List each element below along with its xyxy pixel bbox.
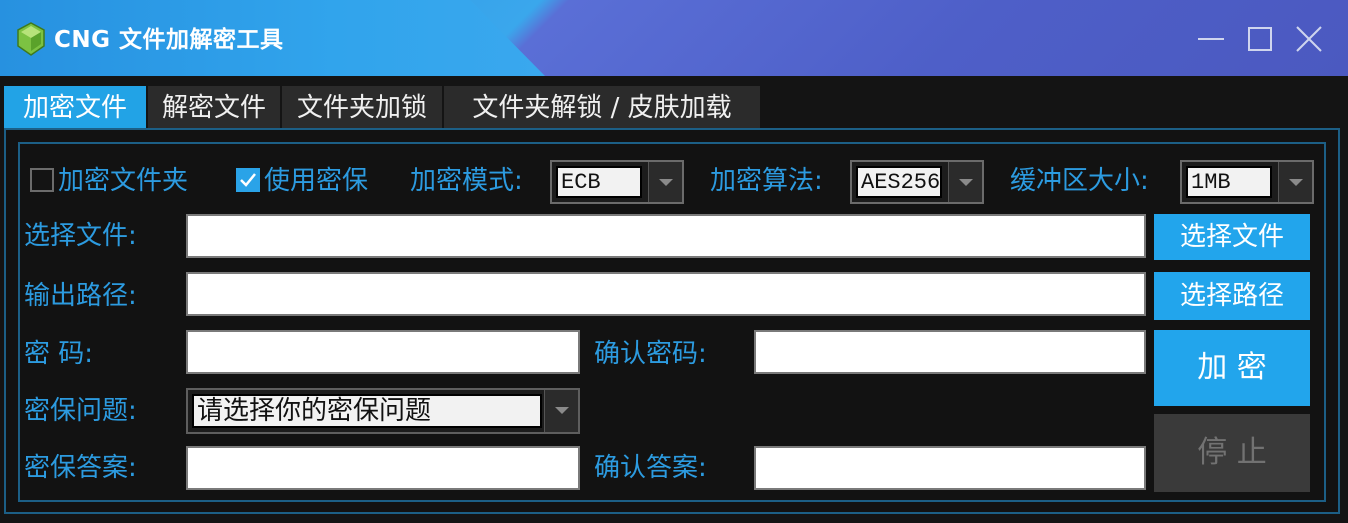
security-answer-input[interactable]: [186, 446, 580, 490]
output-path-label: 输出路径:: [24, 281, 137, 311]
tab-bar: 加密文件 解密文件 文件夹加锁 文件夹解锁 / 皮肤加载: [0, 76, 1348, 131]
password-input[interactable]: [186, 330, 580, 374]
security-answer-label: 密保答案:: [24, 453, 137, 483]
algorithm-select[interactable]: AES256: [850, 160, 984, 204]
buffer-value: 1MB: [1186, 166, 1272, 198]
tab-decrypt-file[interactable]: 解密文件: [148, 86, 280, 131]
mode-value: ECB: [556, 166, 642, 198]
chevron-down-icon[interactable]: [544, 390, 578, 432]
select-path-button[interactable]: 选择路径: [1154, 272, 1310, 320]
tab-folder-lock[interactable]: 文件夹加锁: [282, 86, 442, 131]
algorithm-value: AES256: [856, 166, 942, 198]
stop-button[interactable]: 停 止: [1154, 414, 1310, 492]
chevron-down-icon[interactable]: [948, 162, 982, 202]
select-file-label: 选择文件:: [24, 221, 137, 251]
mode-select[interactable]: ECB: [550, 160, 684, 204]
select-file-input[interactable]: [186, 214, 1146, 258]
tab-folder-unlock-skin[interactable]: 文件夹解锁 / 皮肤加载: [444, 86, 760, 131]
chevron-down-icon[interactable]: [648, 162, 682, 202]
minimize-button[interactable]: [1194, 22, 1228, 56]
encrypt-button[interactable]: 加 密: [1154, 330, 1310, 406]
chevron-down-icon[interactable]: [1278, 162, 1312, 202]
output-path-input[interactable]: [186, 272, 1146, 316]
app-title: CNG 文件加解密工具: [54, 27, 284, 53]
checkmark-icon: [240, 173, 256, 187]
security-question-value: 请选择你的密保问题: [192, 394, 542, 428]
confirm-answer-input[interactable]: [754, 446, 1146, 490]
confirm-answer-label: 确认答案:: [594, 453, 707, 483]
algorithm-label: 加密算法:: [710, 166, 823, 196]
title-bar[interactable]: CNG 文件加解密工具: [0, 0, 1348, 76]
buffer-select[interactable]: 1MB: [1180, 160, 1314, 204]
maximize-button[interactable]: [1243, 22, 1277, 56]
mode-label: 加密模式:: [410, 166, 523, 196]
tab-encrypt-file[interactable]: 加密文件: [4, 86, 146, 131]
encrypt-folder-checkbox[interactable]: [30, 168, 54, 192]
encrypt-folder-label[interactable]: 加密文件夹: [58, 164, 188, 198]
security-question-label: 密保问题:: [24, 396, 137, 426]
buffer-label: 缓冲区大小:: [1010, 166, 1149, 196]
close-button[interactable]: [1292, 22, 1326, 56]
password-label: 密 码:: [24, 339, 94, 369]
use-security-checkbox[interactable]: [236, 168, 260, 192]
select-file-button[interactable]: 选择文件: [1154, 214, 1310, 260]
app-icon: [17, 22, 45, 56]
confirm-password-label: 确认密码:: [594, 339, 707, 369]
confirm-password-input[interactable]: [754, 330, 1146, 374]
use-security-label[interactable]: 使用密保: [264, 164, 368, 198]
security-question-select[interactable]: 请选择你的密保问题: [186, 388, 580, 434]
